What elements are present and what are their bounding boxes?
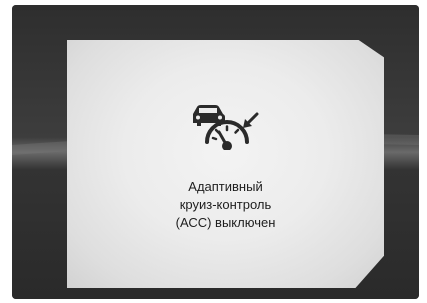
- message-line-2: круиз-контроль: [179, 197, 272, 212]
- display-frame: Адаптивный круиз-контроль (АСС) выключен: [0, 0, 427, 303]
- message-line-3: (АСС) выключен: [175, 215, 276, 230]
- instrument-cluster-screen: Адаптивный круиз-контроль (АСС) выключен: [12, 5, 419, 299]
- message-line-1: Адаптивный: [188, 179, 263, 194]
- adaptive-cruise-control-off-icon: [187, 102, 263, 150]
- message-panel: Адаптивный круиз-контроль (АСС) выключен: [67, 40, 384, 288]
- acc-status-message: Адаптивный круиз-контроль (АСС) выключен: [67, 178, 384, 232]
